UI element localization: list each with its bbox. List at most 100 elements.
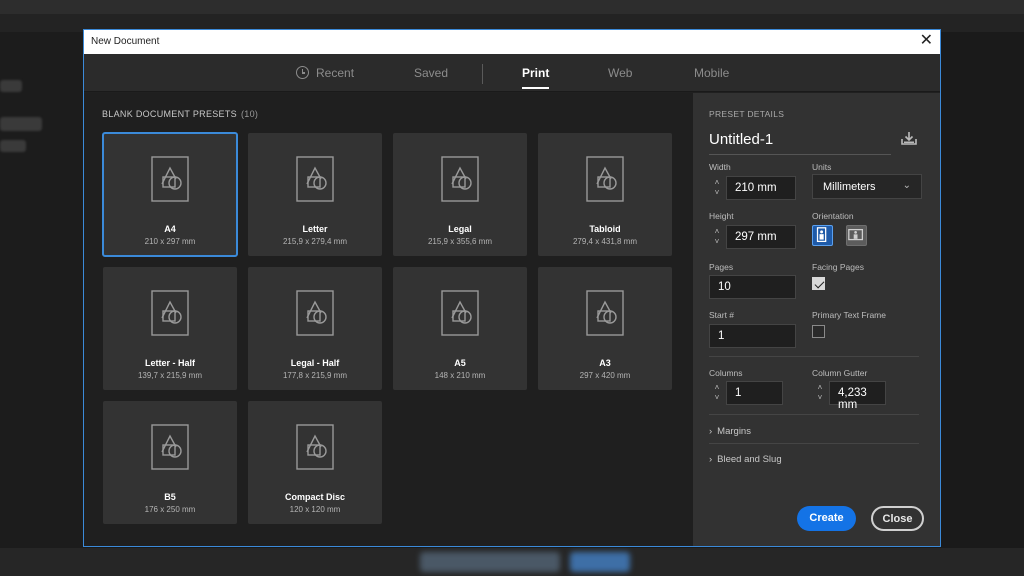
facing-pages-label: Facing Pages [812,262,864,272]
preset-size: 139,7 x 215,9 mm [137,371,203,380]
tab-saved[interactable]: Saved [414,66,448,80]
bleed-slug-expander[interactable]: › Bleed and Slug [709,454,782,465]
document-preset-icon [296,156,334,202]
height-label: Height [709,211,734,221]
preset-card[interactable]: B5 176 x 250 mm [103,401,237,524]
app-taskbar-blob [420,552,560,572]
app-menu-bar [0,0,1024,14]
preset-card[interactable]: Legal - Half 177,8 x 215,9 mm [248,267,382,390]
columns-stepper[interactable]: ˄ ˅ [709,381,725,405]
tab-label: Web [608,66,633,80]
preset-size: 279,4 x 431,8 mm [572,237,638,246]
dialog-titlebar: New Document ✕ [84,30,940,54]
margins-label: Margins [717,426,751,437]
preset-size: 215,9 x 355,6 mm [427,237,493,246]
app-taskbar-blob [570,552,630,572]
preset-card[interactable]: A5 148 x 210 mm [393,267,527,390]
primary-text-frame-checkbox[interactable] [812,325,825,338]
document-preset-icon [441,290,479,336]
columns-input[interactable]: 1 [726,381,783,405]
save-preset-icon[interactable] [900,129,918,147]
facing-pages-checkbox[interactable] [812,277,825,290]
start-page-label: Start # [709,310,735,320]
preset-size: 176 x 250 mm [144,505,196,514]
units-value: Millimeters [823,181,876,193]
chevron-right-icon: › [709,426,713,437]
preset-name: Letter - Half [144,358,195,368]
tab-web[interactable]: Web [608,66,632,80]
preset-card[interactable]: Letter - Half 139,7 x 215,9 mm [103,267,237,390]
height-input[interactable]: 297 mm [726,225,796,249]
orientation-label: Orientation [812,211,854,221]
chevron-right-icon: › [709,454,713,465]
document-preset-icon [296,290,334,336]
preset-name: A5 [454,358,466,368]
units-dropdown[interactable]: Millimeters ⌄ [812,174,922,199]
close-button[interactable]: Close [871,506,924,531]
section-divider [709,414,919,415]
preset-card[interactable]: Compact Disc 120 x 120 mm [248,401,382,524]
preset-name: A3 [599,358,611,368]
document-preset-icon [441,156,479,202]
preset-name: Compact Disc [284,492,346,502]
preset-card[interactable]: A4 210 x 297 mm [102,132,238,257]
new-document-dialog: New Document ✕ Recent Saved Print Web Mo… [83,29,941,547]
margins-expander[interactable]: › Margins [709,426,751,437]
section-divider [709,443,919,444]
pages-input[interactable]: 10 [709,275,796,299]
width-label: Width [709,162,731,172]
start-page-input[interactable]: 1 [709,324,796,348]
app-panel-blob [0,140,26,152]
document-preset-icon [586,290,624,336]
preset-card[interactable]: Letter 215,9 x 279,4 mm [248,133,382,256]
tab-label: Recent [316,66,355,80]
document-intent-tabs: Recent Saved Print Web Mobile [84,54,940,92]
preset-size: 148 x 210 mm [434,371,486,380]
preset-name: Legal [448,224,472,234]
preset-size: 297 x 420 mm [579,371,631,380]
document-preset-icon [151,424,189,470]
preset-size: 210 x 297 mm [144,237,196,246]
height-stepper[interactable]: ˄ ˅ [709,225,725,249]
preset-size: 120 x 120 mm [289,505,341,514]
pages-label: Pages [709,262,734,272]
bleed-slug-label: Bleed and Slug [717,454,782,465]
tab-mobile[interactable]: Mobile [694,66,729,80]
units-label: Units [812,162,832,172]
document-name-field[interactable]: Untitled-1 [709,131,891,155]
tab-separator [482,64,483,84]
create-button[interactable]: Create [797,506,856,531]
app-panel-blob [0,117,42,131]
preset-card[interactable]: Tabloid 279,4 x 431,8 mm [538,133,672,256]
chevron-down-icon: ⌄ [902,180,911,191]
preset-card[interactable]: A3 297 x 420 mm [538,267,672,390]
landscape-button[interactable] [846,225,867,246]
preset-name: Tabloid [589,224,621,234]
dialog-title: New Document [91,36,160,47]
portrait-button[interactable] [812,225,833,246]
presets-header-label: BLANK DOCUMENT PRESETS [102,109,237,119]
document-preset-icon [151,156,189,202]
presets-area: BLANK DOCUMENT PRESETS (10) A4 210 x 297 m… [84,93,693,546]
preset-name: Letter [302,224,328,234]
column-gutter-label: Column Gutter [812,368,868,378]
tab-label: Print [522,66,550,80]
tab-label: Saved [414,66,449,80]
preset-name: Legal - Half [290,358,340,368]
preset-details-panel: PRESET DETAILS Untitled-1 Width ˄ ˅ 210 m… [693,93,940,546]
document-preset-icon [151,290,189,336]
close-icon[interactable]: ✕ [920,32,933,50]
primary-text-frame-label: Primary Text Frame [812,310,886,320]
tab-print[interactable]: Print [522,66,550,89]
width-input[interactable]: 210 mm [726,176,796,200]
column-gutter-stepper[interactable]: ˄ ˅ [812,381,828,405]
section-divider [709,356,919,357]
width-stepper[interactable]: ˄ ˅ [709,176,725,200]
portrait-icon [816,227,827,243]
landscape-icon [848,228,864,241]
preset-size: 215,9 x 279,4 mm [282,237,348,246]
active-tab-indicator [522,87,550,89]
preset-card[interactable]: Legal 215,9 x 355,6 mm [393,133,527,256]
column-gutter-input[interactable]: 4,233 mm [829,381,886,411]
tab-recent[interactable]: Recent [296,66,354,80]
